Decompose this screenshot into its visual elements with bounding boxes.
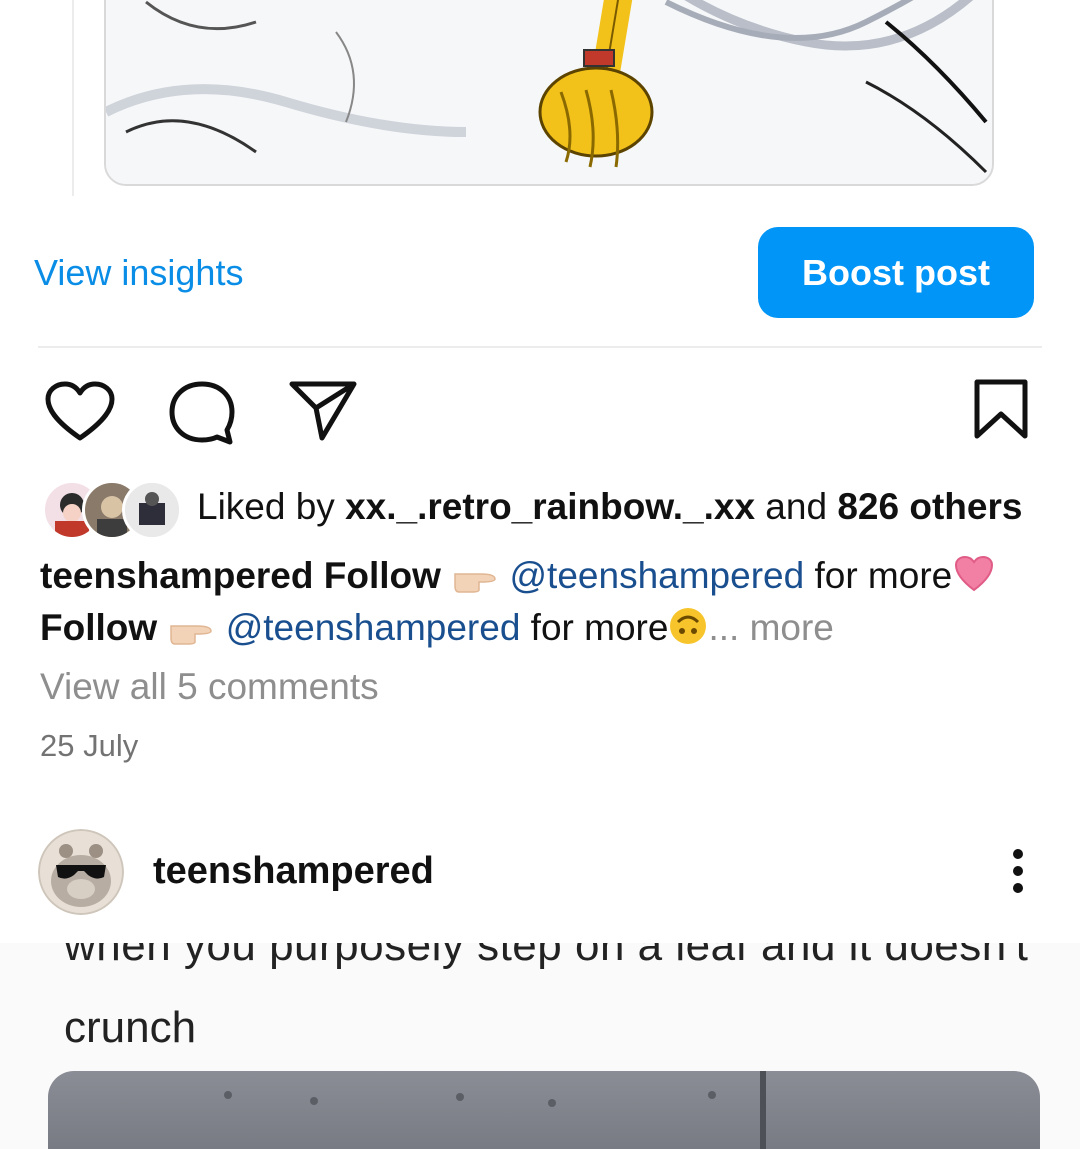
caption-text: for more xyxy=(814,555,953,596)
comment-icon[interactable] xyxy=(166,378,238,446)
meme-photo xyxy=(48,1071,1040,1149)
likes-connector: and xyxy=(755,486,838,527)
meme-caption-line: crunch xyxy=(64,1003,197,1052)
heart-emoji xyxy=(955,555,994,592)
pointing-hand-emoji xyxy=(170,625,213,645)
post-media[interactable]: when you purposely step on a leaf and it… xyxy=(0,943,1080,1149)
pointing-hand-emoji xyxy=(454,573,496,593)
caption-username[interactable]: teenshampered xyxy=(40,555,314,596)
caption-more-link[interactable]: more xyxy=(750,607,834,648)
view-insights-link[interactable]: View insights xyxy=(34,252,243,294)
photo-seam xyxy=(760,1071,766,1149)
avatar xyxy=(122,480,182,540)
save-icon[interactable] xyxy=(972,378,1030,440)
post-date: 25 July xyxy=(40,728,139,763)
upside-down-face-emoji xyxy=(670,608,707,644)
caption-follow: Follow xyxy=(323,555,441,596)
avatar[interactable] xyxy=(38,829,124,915)
previous-post-media[interactable] xyxy=(0,0,1080,200)
thread-line xyxy=(72,0,74,196)
caption-mention[interactable]: @teenshampered xyxy=(226,607,521,648)
divider xyxy=(38,346,1042,348)
likes-prefix: Liked by xyxy=(197,486,346,527)
likes-others-count[interactable]: 826 others xyxy=(837,486,1022,527)
share-icon[interactable] xyxy=(288,378,358,442)
caption-text: for more xyxy=(520,607,669,648)
more-options-icon[interactable] xyxy=(1006,846,1030,896)
post-caption: teenshampered Follow @teenshampered for … xyxy=(40,550,1050,654)
boost-post-button[interactable]: Boost post xyxy=(758,227,1034,318)
liked-by-avatars[interactable] xyxy=(42,480,182,540)
caption-follow: Follow xyxy=(40,607,158,648)
liker-username[interactable]: xx._.retro_rainbow._.xx xyxy=(345,486,755,527)
view-all-comments-link[interactable]: View all 5 comments xyxy=(40,666,379,708)
post-username[interactable]: teenshampered xyxy=(153,850,434,893)
heart-icon[interactable] xyxy=(44,380,116,444)
cartoon-illustration xyxy=(106,0,992,184)
caption-ellipsis: ... xyxy=(708,607,750,648)
likes-summary[interactable]: Liked by xx._.retro_rainbow._.xx and 826… xyxy=(197,486,1022,528)
caption-mention[interactable]: @teenshampered xyxy=(510,555,805,596)
media-card xyxy=(104,0,994,186)
meme-caption-line: when you purposely step on a leaf and it… xyxy=(64,943,1029,970)
